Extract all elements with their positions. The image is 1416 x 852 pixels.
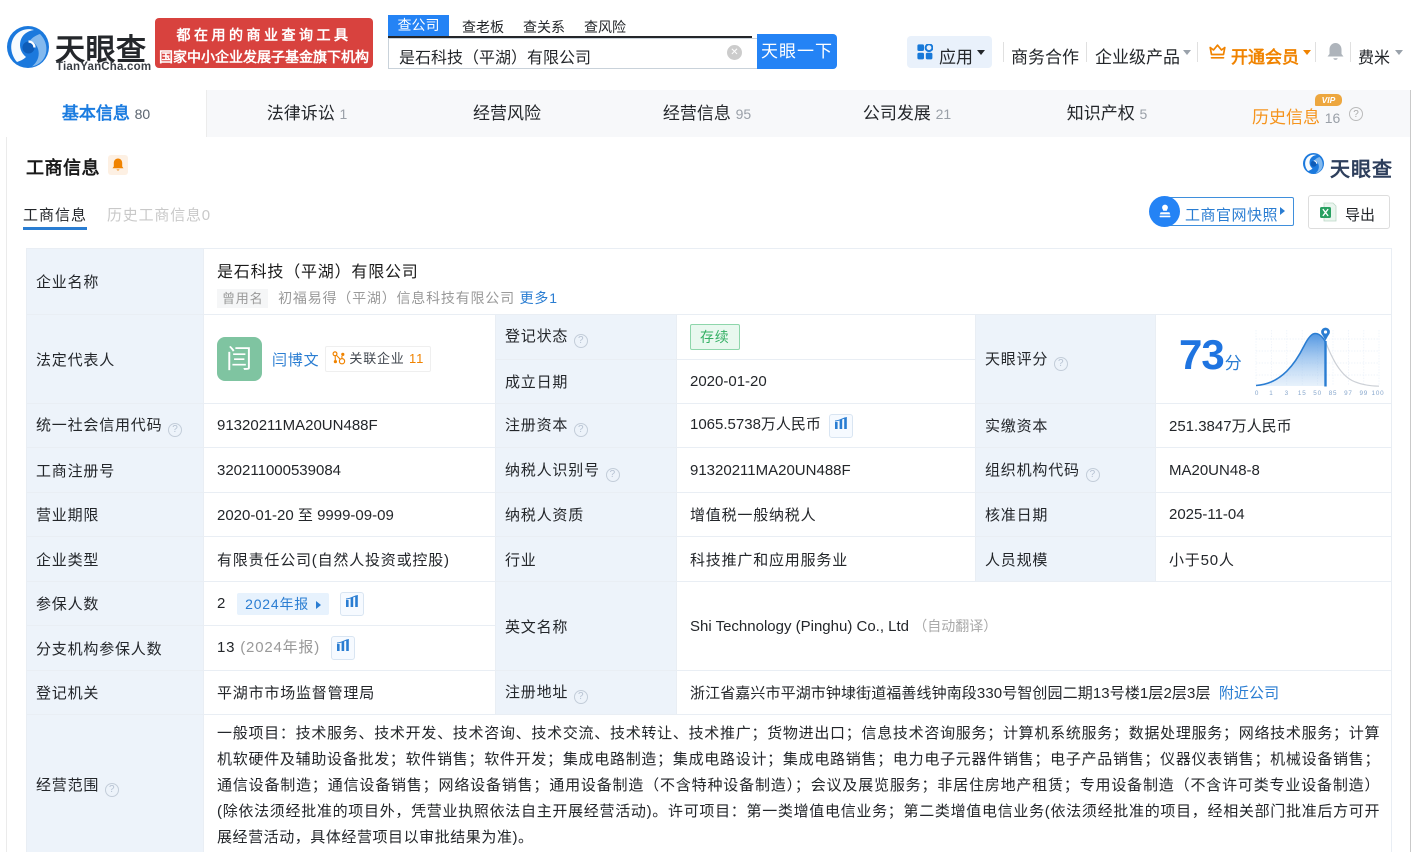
svg-text:85: 85: [1328, 390, 1337, 397]
svg-text:100: 100: [1371, 390, 1384, 397]
svg-text:1: 1: [1269, 390, 1273, 397]
svg-text:50: 50: [1313, 390, 1322, 397]
svg-text:15: 15: [1298, 390, 1307, 397]
svg-text:3: 3: [1284, 390, 1288, 397]
svg-text:97: 97: [1344, 390, 1353, 397]
svg-text:99: 99: [1359, 390, 1368, 397]
svg-text:0: 0: [1255, 390, 1259, 397]
